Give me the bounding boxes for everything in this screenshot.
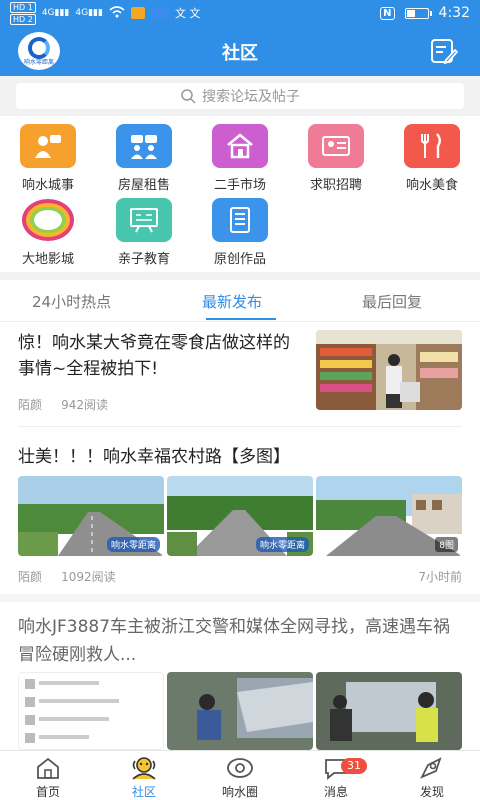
nav-discover[interactable]: 发现 [397,755,467,800]
category-item-food[interactable]: 响水美食 [389,124,475,193]
discover-icon [397,755,467,781]
category-label: 大地影城 [21,252,74,267]
page-title: 社区 [222,43,258,64]
post-photo-1[interactable]: 响水零距离 [18,476,164,556]
nfc-icon: N [380,6,395,20]
category-item-cinema[interactable]: 大地影城 [5,198,91,267]
text-glyphs: 文 文 [174,7,201,20]
post-title[interactable]: 惊！响水某大爷竟在零食店做这样的事情~全程被拍下! [18,330,300,382]
battery-icon [404,7,432,19]
search-icon [181,89,196,104]
document-icon [212,198,268,242]
post-author: 陌颜 [18,398,43,412]
post-photo-2[interactable] [167,672,313,750]
section-divider [0,272,480,280]
post-reads: 942阅读 [61,398,108,412]
fork-knife-icon [404,124,460,168]
wifi-icon [109,5,125,21]
cinema-logo-icon [20,198,76,242]
compose-post-button[interactable] [430,38,459,65]
watermark: 响水零距离 [255,537,309,552]
post-meta: 陌颜 1092阅读 [18,568,116,585]
nav-home[interactable]: 首页 [13,755,83,800]
category-label: 原创作品 [213,252,266,267]
signal1-icon: 4G▮▮▮ [41,8,70,18]
post-divider [18,426,462,427]
post-photo-1[interactable] [18,672,164,750]
app-notice-icon [150,7,169,19]
post-title[interactable]: 响水JF3887车主被浙江交警和媒体全网寻找，高速遇车祸冒险硬刚救人... [18,613,464,669]
section-divider [0,594,480,602]
tab-hot-24h[interactable]: 24小时热点 [32,291,111,312]
bottom-nav: 首页 社区 响水圈 消息 31 发现 [0,750,480,800]
post-author: 陌颜 [18,570,43,584]
nav-label: 消息 [323,785,348,799]
feed-tabs: 24小时热点 最新发布 最后回复 [0,280,480,322]
post-thumbnail[interactable] [316,330,462,410]
blackboard-icon [116,198,172,242]
category-item-jobs[interactable]: 求职招聘 [293,124,379,193]
accident-photo [167,672,313,750]
nav-community[interactable]: 社区 [109,755,179,800]
category-item-education[interactable]: 亲子教育 [101,198,187,267]
search-placeholder: 搜索论坛及帖子 [202,89,300,105]
home-icon [13,755,83,781]
active-tab-indicator [206,318,276,320]
post-title[interactable]: 壮美！！！响水幸福农村路【多图】 [18,442,290,467]
hd1-indicator: HD 1 [10,1,36,13]
house-icon [212,124,268,168]
chat-screenshot [25,679,119,743]
post-photo-3[interactable]: 8图 [316,476,462,556]
id-card-icon [308,124,364,168]
search-input[interactable]: 搜索论坛及帖子 [16,83,464,109]
unread-badge: 31 [341,758,367,774]
hd2-indicator: HD 2 [10,13,36,25]
search-bar-container: 搜索论坛及帖子 [0,76,480,116]
mail-app-icon [130,7,145,19]
category-label: 响水美食 [405,178,458,193]
post-photo-2[interactable]: 响水零距离 [167,476,313,556]
top-navbar: 响水零距离 社区 [0,26,480,76]
tab-latest[interactable]: 最新发布 [202,291,262,312]
post-meta: 陌颜 942阅读 [18,396,108,413]
category-label: 二手市场 [213,178,266,193]
post-reads: 1092阅读 [61,570,116,584]
nav-label: 发现 [419,785,444,799]
nav-label: 响水圈 [221,785,258,799]
people-chat-icon [116,124,172,168]
post-photo-3[interactable] [316,672,462,750]
clock: 4:32 [438,5,470,21]
tab-last-reply[interactable]: 最后回复 [362,291,422,312]
accident-photo [316,672,462,750]
nav-circle[interactable]: 响水圈 [205,755,275,800]
circle-icon [205,755,275,781]
category-label: 亲子教育 [117,252,170,267]
store-photo [316,330,462,410]
nav-messages[interactable]: 消息 31 [301,755,371,800]
nav-label: 社区 [131,785,156,799]
category-label: 求职招聘 [309,178,362,193]
signal2-icon: 4G▮▮▮ [75,8,103,18]
person-speech-icon [20,124,76,168]
edit-note-icon [431,39,459,65]
category-item-housing[interactable]: 房屋租售 [101,124,187,193]
photo-count-badge: 8图 [435,537,458,552]
watermark: 响水零距离 [106,537,160,552]
post-time: 7小时前 [418,570,462,584]
category-item-secondhand[interactable]: 二手市场 [197,124,283,193]
category-item-original[interactable]: 原创作品 [197,198,283,267]
nav-label: 首页 [35,785,60,799]
category-item-city-news[interactable]: 响水城事 [5,124,91,193]
category-label: 响水城事 [21,178,74,193]
community-icon [109,755,179,781]
status-bar: HD 1 HD 2 4G▮▮▮ 4G▮▮▮ 文 文 N 4:32 [0,0,480,26]
category-label: 房屋租售 [117,178,170,193]
